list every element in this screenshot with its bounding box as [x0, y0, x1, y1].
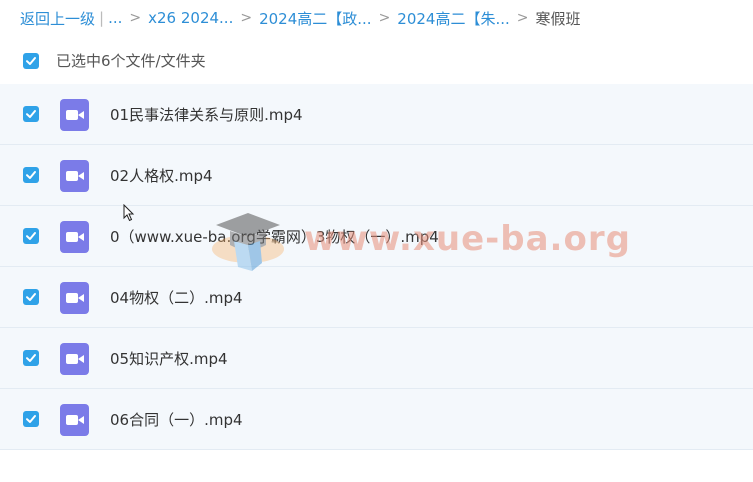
- back-link[interactable]: 返回上一级: [20, 8, 95, 29]
- checkmark-icon: [26, 354, 36, 362]
- checkmark-icon: [26, 415, 36, 423]
- file-checkbox[interactable]: [23, 289, 39, 305]
- breadcrumb-item[interactable]: 2024高二【政...: [259, 8, 371, 29]
- breadcrumb-separator: >: [378, 10, 391, 26]
- selection-count-text: 已选中6个文件/文件夹: [56, 52, 206, 70]
- checkmark-icon: [26, 110, 36, 118]
- file-checkbox[interactable]: [23, 106, 39, 122]
- file-row[interactable]: 05知识产权.mp4: [0, 328, 753, 389]
- checkmark-icon: [26, 232, 36, 240]
- file-name[interactable]: 04物权（二）.mp4: [110, 287, 243, 308]
- breadcrumb-item[interactable]: 2024高二【朱...: [397, 8, 509, 29]
- file-name[interactable]: 06合同（一）.mp4: [110, 409, 243, 430]
- file-name[interactable]: 01民事法律关系与原则.mp4: [110, 104, 303, 125]
- file-checkbox[interactable]: [23, 350, 39, 366]
- video-file-icon: [60, 221, 89, 253]
- file-name[interactable]: 05知识产权.mp4: [110, 348, 228, 369]
- file-row[interactable]: 06合同（一）.mp4: [0, 389, 753, 450]
- file-checkbox[interactable]: [23, 411, 39, 427]
- file-name[interactable]: 02人格权.mp4: [110, 165, 213, 186]
- breadcrumb-separator: >: [240, 10, 253, 26]
- breadcrumb: 返回上一级 | ... > x26 2024... > 2024高二【政... …: [20, 6, 581, 30]
- breadcrumb-item[interactable]: x26 2024...: [148, 9, 233, 27]
- file-row[interactable]: 0（www.xue-ba.org学霸网）3物权（一）.mp4: [0, 206, 753, 267]
- file-checkbox[interactable]: [23, 167, 39, 183]
- breadcrumb-separator: >: [129, 10, 142, 26]
- breadcrumb-current: 寒假班: [535, 9, 581, 28]
- file-list: 01民事法律关系与原则.mp4 02人格权.mp4 0（www.xue-ba.org…: [0, 84, 753, 450]
- file-checkbox[interactable]: [23, 228, 39, 244]
- selection-bar: 已选中6个文件/文件夹: [0, 45, 753, 77]
- video-file-icon: [60, 282, 89, 314]
- file-name[interactable]: 0（www.xue-ba.org学霸网）3物权（一）.mp4: [110, 226, 439, 247]
- breadcrumb-ellipsis[interactable]: ...: [108, 9, 122, 27]
- video-file-icon: [60, 160, 89, 192]
- checkmark-icon: [26, 293, 36, 301]
- breadcrumb-divider: |: [99, 9, 105, 27]
- mouse-cursor-icon: [123, 204, 135, 222]
- file-row[interactable]: 01民事法律关系与原则.mp4: [0, 84, 753, 145]
- video-file-icon: [60, 343, 89, 375]
- file-row[interactable]: 02人格权.mp4: [0, 145, 753, 206]
- select-all-checkbox[interactable]: [23, 53, 39, 69]
- video-file-icon: [60, 404, 89, 436]
- breadcrumb-separator: >: [516, 10, 529, 26]
- file-row[interactable]: 04物权（二）.mp4: [0, 267, 753, 328]
- checkmark-icon: [26, 57, 36, 65]
- video-file-icon: [60, 99, 89, 131]
- checkmark-icon: [26, 171, 36, 179]
